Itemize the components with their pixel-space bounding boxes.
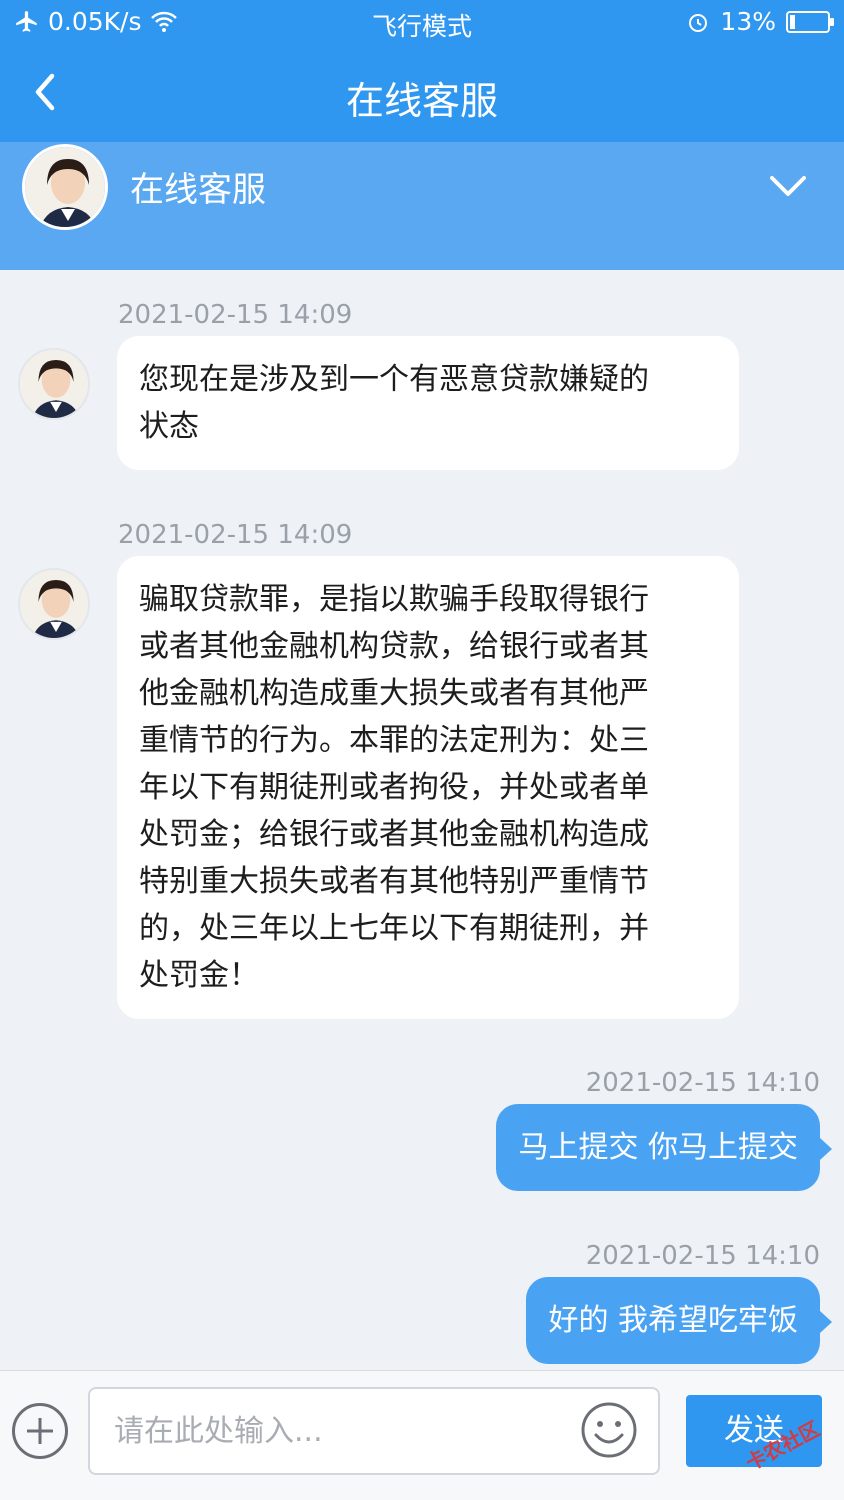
user-message-bubble: 好的 我希望吃牢饭 bbox=[526, 1277, 832, 1364]
battery-fill bbox=[790, 14, 795, 29]
agent-name: 在线客服 bbox=[130, 170, 266, 210]
nav-bar: 在线客服 bbox=[0, 44, 844, 142]
agent-message-bubble: 骗取贷款罪，是指以欺骗手段取得银行 或者其他金融机构贷款，给银行或者其 他金融机… bbox=[117, 556, 739, 1019]
input-bar: 发送 bbox=[0, 1370, 844, 1500]
message-line: 他金融机构造成重大损失或者有其他严 bbox=[139, 676, 649, 711]
chevron-down-icon[interactable] bbox=[766, 170, 810, 204]
message-line: 特别重大损失或者有其他特别严重情节 bbox=[139, 864, 649, 899]
message-line: 骗取贷款罪，是指以欺骗手段取得银行 bbox=[139, 582, 649, 617]
message-line: 马上提交 你马上提交 bbox=[518, 1130, 798, 1165]
user-message-bubble: 马上提交 你马上提交 bbox=[496, 1104, 832, 1191]
message-timestamp: 2021-02-15 14:09 bbox=[118, 520, 353, 550]
message-line: 处罚金；给银行或者其他金融机构造成 bbox=[139, 817, 649, 852]
agent-avatar-icon bbox=[22, 144, 108, 230]
message-input[interactable] bbox=[88, 1387, 660, 1475]
emoji-icon[interactable] bbox=[580, 1401, 638, 1459]
message-line: 年以下有期徒刑或者拘役，并处或者单 bbox=[139, 770, 649, 805]
message-timestamp: 2021-02-15 14:10 bbox=[585, 1068, 820, 1098]
agent-avatar-icon bbox=[18, 348, 90, 420]
alarm-icon bbox=[689, 13, 708, 32]
page-title: 在线客服 bbox=[345, 79, 498, 123]
agent-avatar-icon bbox=[18, 568, 90, 640]
message-line: 处罚金！ bbox=[139, 958, 259, 993]
message-line: 重情节的行为。本罪的法定刑为：处三 bbox=[139, 723, 649, 758]
chat-area[interactable]: 2021-02-15 14:09 您现在是涉及到一个有恶意贷款嫌疑的 状态 20… bbox=[0, 270, 844, 1370]
message-line: 状态 bbox=[139, 409, 199, 444]
agent-header: 在线客服 bbox=[0, 142, 844, 270]
agent-message-bubble: 您现在是涉及到一个有恶意贷款嫌疑的 状态 bbox=[117, 336, 739, 470]
message-line: 或者其他金融机构贷款，给银行或者其 bbox=[139, 629, 649, 664]
message-timestamp: 2021-02-15 14:10 bbox=[585, 1241, 820, 1271]
message-line: 您现在是涉及到一个有恶意贷款嫌疑的 bbox=[139, 362, 649, 397]
message-line: 好的 我希望吃牢饭 bbox=[548, 1303, 798, 1338]
message-line: 的，处三年以上七年以下有期徒刑，并 bbox=[139, 911, 649, 946]
message-timestamp: 2021-02-15 14:09 bbox=[118, 300, 353, 330]
battery-charging-icon bbox=[786, 10, 834, 33]
plus-icon[interactable] bbox=[12, 1403, 68, 1459]
battery-percent: 13% bbox=[720, 7, 776, 36]
status-bar: 0.05K/s 飞行模式 13% bbox=[0, 0, 844, 44]
